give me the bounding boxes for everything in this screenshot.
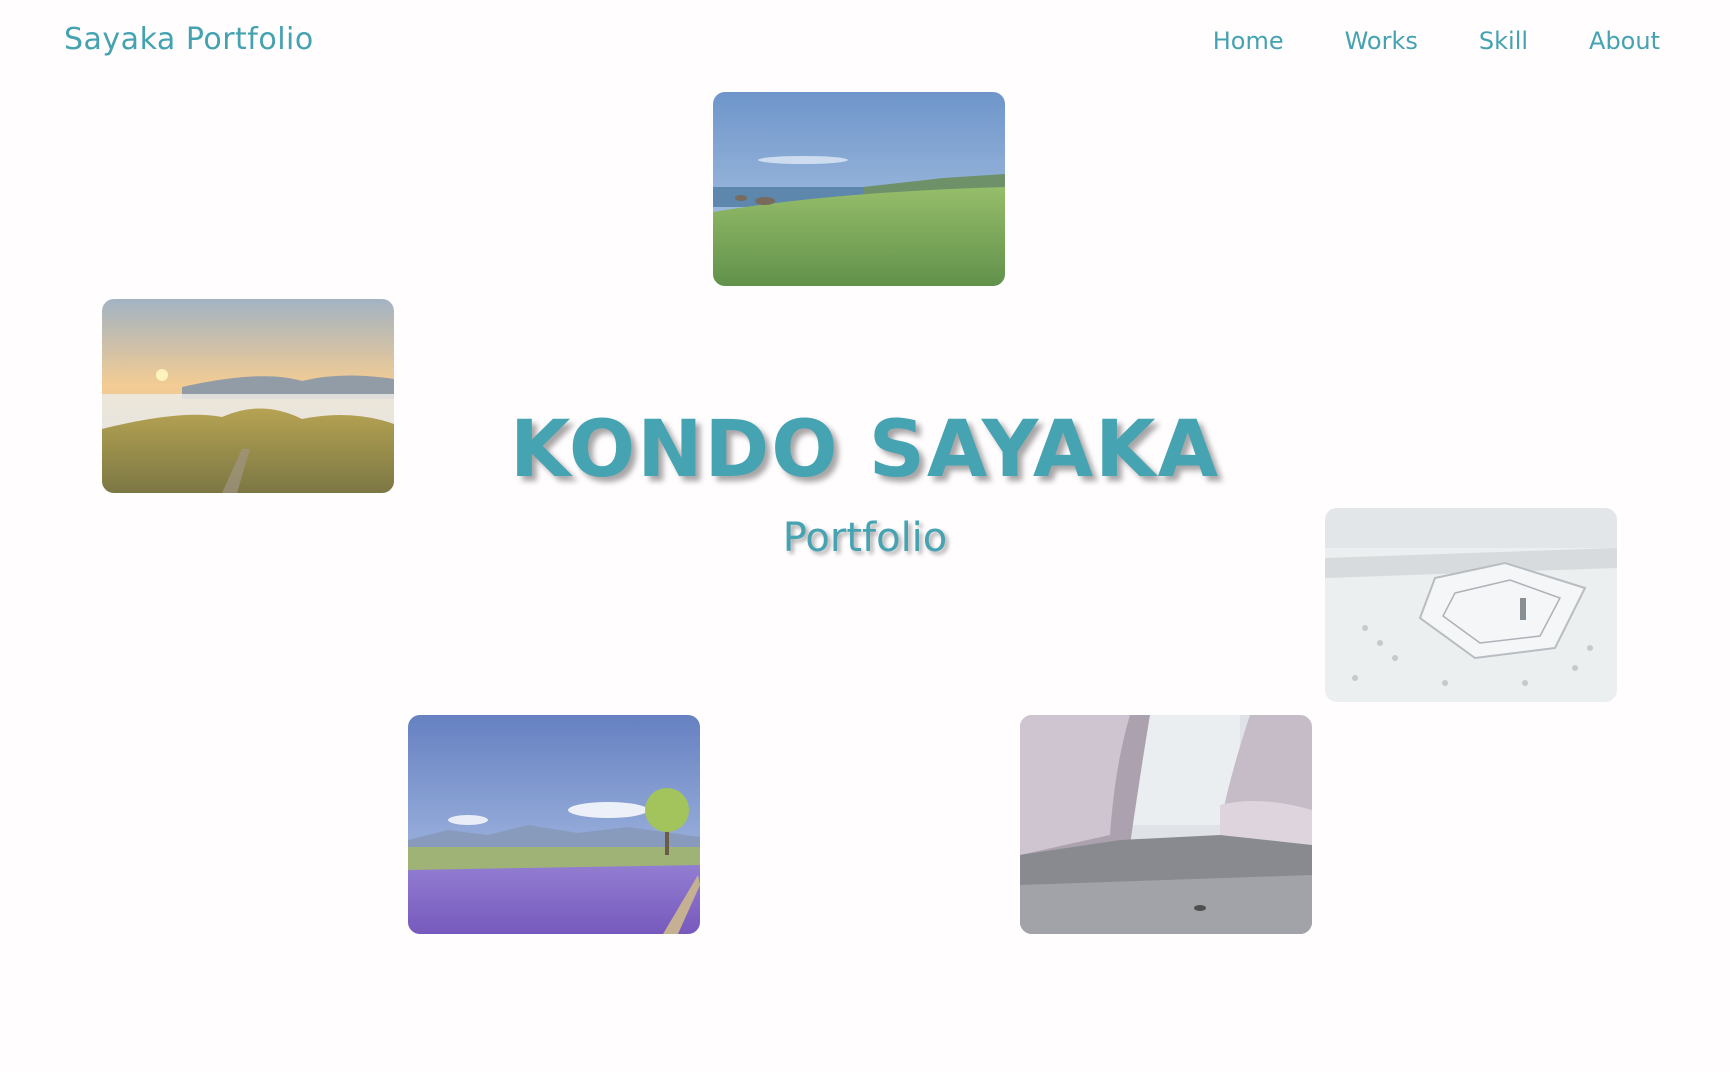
main-nav: Home Works Skill About [1152, 27, 1660, 55]
site-header: Sayaka Portfolio Home Works Skill About [0, 0, 1730, 86]
lavender-field-photo [408, 715, 700, 934]
nav-home-link[interactable]: Home [1213, 27, 1284, 55]
nav-about-link[interactable]: About [1589, 27, 1660, 55]
nav-works-link[interactable]: Works [1345, 27, 1418, 55]
nav-skill-link[interactable]: Skill [1479, 27, 1528, 55]
hero-title: KONDO SAYAKA [509, 405, 1220, 495]
hero-subtitle: Portfolio [782, 515, 948, 561]
cherry-blossom-moat-photo [1020, 715, 1312, 934]
brand-logo-link[interactable]: Sayaka Portfolio [64, 22, 314, 57]
page: Sayaka Portfolio Home Works Skill About [0, 0, 1730, 1072]
coastal-grassland-photo [713, 92, 1005, 286]
